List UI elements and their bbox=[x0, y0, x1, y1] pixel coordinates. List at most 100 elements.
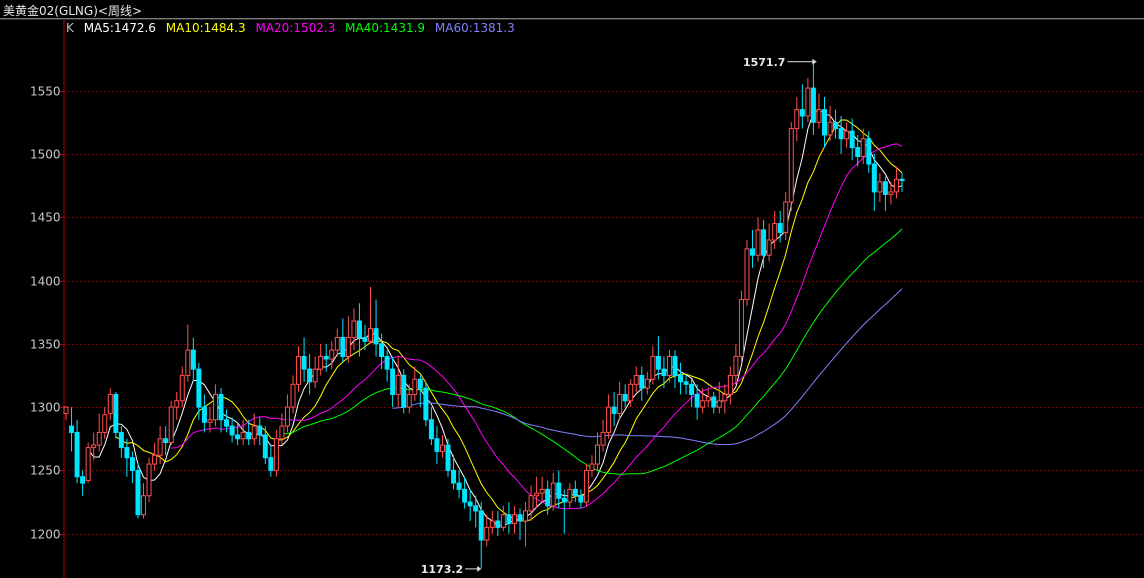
candle[interactable] bbox=[174, 391, 180, 420]
candle[interactable] bbox=[478, 502, 484, 568]
candle[interactable] bbox=[235, 422, 241, 446]
candle[interactable] bbox=[257, 417, 263, 446]
candle[interactable] bbox=[600, 419, 606, 452]
candle[interactable] bbox=[196, 362, 202, 420]
candle[interactable] bbox=[799, 84, 805, 129]
candle[interactable] bbox=[290, 375, 296, 414]
candle[interactable] bbox=[810, 62, 816, 135]
candle[interactable] bbox=[323, 343, 329, 372]
candle[interactable] bbox=[794, 96, 800, 142]
candle[interactable] bbox=[534, 476, 540, 509]
candles[interactable] bbox=[63, 62, 905, 568]
candle[interactable] bbox=[500, 505, 506, 532]
candle[interactable] bbox=[368, 286, 373, 344]
candle[interactable] bbox=[844, 122, 850, 148]
candle[interactable] bbox=[96, 413, 102, 452]
candle[interactable] bbox=[129, 451, 135, 484]
candle[interactable] bbox=[606, 394, 612, 439]
candle[interactable] bbox=[523, 502, 529, 547]
candle[interactable] bbox=[445, 438, 451, 477]
candle[interactable] bbox=[893, 166, 899, 199]
candle[interactable] bbox=[107, 388, 113, 420]
candle[interactable] bbox=[683, 375, 689, 395]
candle[interactable] bbox=[312, 356, 318, 389]
candle[interactable] bbox=[755, 217, 761, 262]
candle[interactable] bbox=[655, 336, 661, 380]
candle[interactable] bbox=[273, 429, 279, 477]
candle[interactable] bbox=[334, 328, 340, 357]
candle[interactable] bbox=[80, 470, 86, 496]
candle[interactable] bbox=[877, 172, 883, 203]
candle[interactable] bbox=[185, 324, 191, 382]
candle[interactable] bbox=[727, 366, 733, 405]
candle[interactable] bbox=[467, 489, 473, 522]
candle[interactable] bbox=[484, 514, 490, 547]
candle[interactable] bbox=[744, 240, 750, 306]
candle[interactable] bbox=[689, 379, 695, 408]
candle[interactable] bbox=[351, 308, 357, 351]
candle[interactable] bbox=[218, 388, 224, 433]
candle[interactable] bbox=[866, 131, 872, 173]
candle[interactable] bbox=[506, 502, 512, 534]
candle[interactable] bbox=[572, 480, 578, 503]
candle[interactable] bbox=[69, 407, 75, 452]
candle[interactable] bbox=[750, 229, 756, 268]
candle[interactable] bbox=[871, 153, 877, 211]
candle[interactable] bbox=[899, 172, 905, 192]
candle[interactable] bbox=[528, 485, 534, 522]
candle[interactable] bbox=[141, 483, 147, 519]
candle[interactable] bbox=[329, 341, 335, 370]
candle[interactable] bbox=[550, 472, 556, 511]
candle[interactable] bbox=[163, 426, 169, 456]
candle[interactable] bbox=[135, 462, 141, 519]
candle[interactable] bbox=[74, 419, 80, 484]
candle[interactable] bbox=[284, 394, 290, 433]
candle[interactable] bbox=[384, 350, 390, 382]
candle[interactable] bbox=[650, 346, 656, 385]
candle[interactable] bbox=[395, 356, 401, 408]
candle[interactable] bbox=[644, 371, 650, 395]
candle[interactable] bbox=[805, 77, 811, 123]
candle[interactable] bbox=[63, 405, 69, 420]
candle[interactable] bbox=[711, 391, 717, 414]
candle[interactable] bbox=[362, 324, 368, 351]
candle[interactable] bbox=[783, 191, 789, 241]
candle[interactable] bbox=[296, 346, 302, 392]
candle[interactable] bbox=[268, 445, 274, 477]
candle[interactable] bbox=[705, 388, 711, 408]
candle[interactable] bbox=[307, 353, 313, 395]
candle[interactable] bbox=[821, 96, 827, 148]
candle[interactable] bbox=[179, 366, 185, 408]
candle[interactable] bbox=[146, 457, 152, 503]
candle[interactable] bbox=[373, 299, 379, 357]
candle[interactable] bbox=[882, 176, 888, 211]
candle[interactable] bbox=[589, 455, 595, 477]
candle[interactable] bbox=[633, 366, 639, 392]
candle[interactable] bbox=[788, 122, 794, 211]
candle[interactable] bbox=[340, 318, 346, 363]
candle[interactable] bbox=[345, 315, 351, 363]
candle[interactable] bbox=[489, 510, 495, 534]
candle[interactable] bbox=[733, 343, 739, 385]
candle[interactable] bbox=[672, 350, 678, 389]
candle[interactable] bbox=[816, 93, 822, 129]
candle[interactable] bbox=[91, 432, 97, 461]
candle[interactable] bbox=[833, 109, 839, 139]
candle[interactable] bbox=[102, 407, 108, 439]
candle[interactable] bbox=[567, 483, 573, 509]
candle[interactable] bbox=[190, 337, 196, 382]
candle[interactable] bbox=[772, 210, 778, 249]
candle[interactable] bbox=[827, 105, 833, 142]
candle[interactable] bbox=[439, 434, 445, 458]
candle[interactable] bbox=[118, 426, 124, 458]
candle[interactable] bbox=[423, 381, 429, 427]
candle[interactable] bbox=[639, 366, 645, 401]
candle[interactable] bbox=[212, 384, 218, 427]
candle[interactable] bbox=[152, 442, 158, 471]
candle[interactable] bbox=[201, 394, 207, 433]
candle[interactable] bbox=[124, 438, 130, 477]
candle[interactable] bbox=[356, 303, 362, 357]
candle[interactable] bbox=[583, 464, 589, 506]
candle[interactable] bbox=[611, 391, 617, 427]
candle[interactable] bbox=[617, 381, 623, 420]
